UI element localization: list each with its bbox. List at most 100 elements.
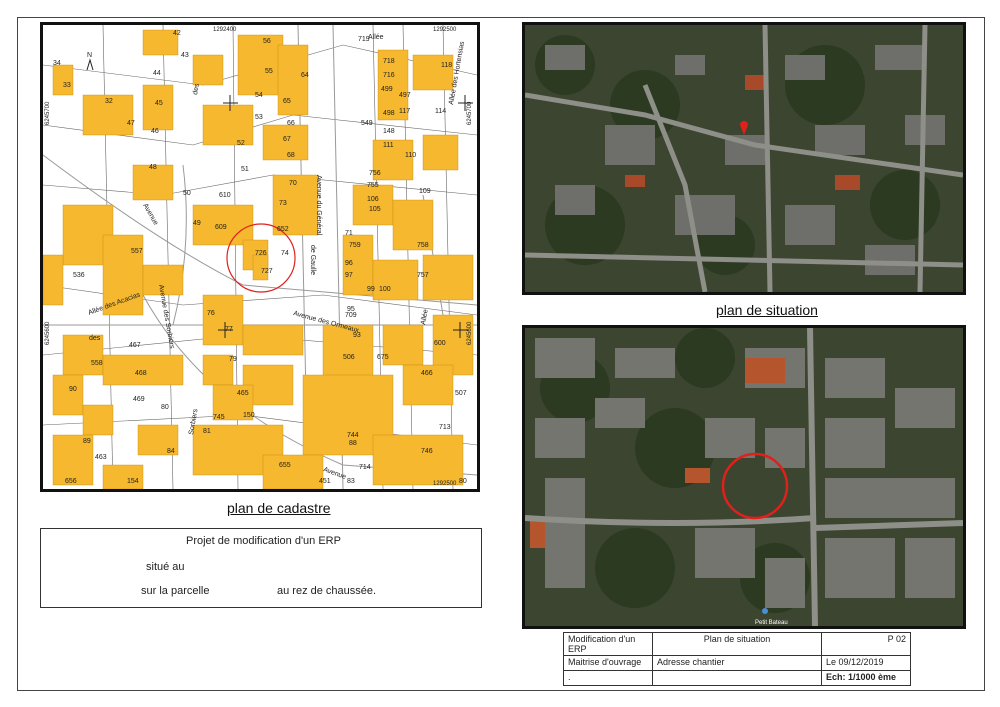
parcel-number: 709 [345, 312, 357, 319]
parcel-number: 498 [383, 110, 395, 117]
parcel-number: 55 [265, 68, 273, 75]
parcel-number: 759 [349, 242, 361, 249]
parcel-number: 84 [167, 448, 175, 455]
cart-date: Le 09/12/2019 [821, 655, 911, 671]
parcel-number: 154 [127, 478, 139, 485]
parcel-number: 713 [439, 424, 451, 431]
coord-top-right: 1292500 [433, 27, 457, 33]
parcel-number: 64 [301, 72, 309, 79]
parcel-number: 467 [129, 342, 141, 349]
parcel-number: 71 [345, 230, 353, 237]
parcel-number: 468 [135, 370, 147, 377]
aerial-bottom-svg: Petit Bateau [525, 328, 963, 626]
aerial-map-top[interactable] [522, 22, 966, 295]
parcel-number: 79 [229, 356, 237, 363]
street-name: Avenue [141, 203, 159, 227]
parcel-number: 114 [435, 108, 446, 115]
parcel-number: 745 [213, 414, 225, 421]
parcel-number: 675 [377, 354, 389, 361]
parcel-number: 51 [241, 166, 249, 173]
parcel-number: 451 [319, 478, 331, 485]
cart-plan: Plan de situation [652, 632, 822, 656]
parcel-number: 465 [237, 390, 249, 397]
cart-page: P 02 [821, 632, 911, 656]
parcel-number: 557 [131, 248, 143, 255]
parcel-number: 80 [459, 478, 467, 485]
parcel-number: 656 [65, 478, 77, 485]
parcel-number: 499 [381, 86, 393, 93]
parcel-number: 83 [347, 478, 355, 485]
street-name: Allée [368, 34, 384, 41]
parcel-number: 32 [105, 98, 113, 105]
parcel-number: 65 [283, 98, 291, 105]
parcel-number: 756 [369, 170, 381, 177]
street-name: Avenue du Général [315, 175, 322, 236]
parcel-number: 68 [287, 152, 295, 159]
cadastre-svg: N 1292400 1292500 1292500 6245700 624560… [43, 25, 477, 489]
project-title: Projet de modification d'un ERP [186, 535, 341, 547]
project-floor: au rez de chaussée. [277, 585, 377, 597]
north-arrow-icon: N [86, 52, 94, 71]
coord-right-bottom: 6245600 [467, 321, 473, 345]
parcel-number: 755 [367, 182, 379, 189]
parcel-number: 744 [347, 432, 359, 439]
parcel-number: 497 [399, 92, 411, 99]
parcel-number: 111 [383, 142, 394, 149]
parcel-number: 148 [383, 128, 395, 135]
coord-left-bottom: 6245600 [45, 321, 51, 345]
parcel-number: 70 [289, 180, 297, 187]
parcel-number: 110 [405, 152, 416, 159]
coord-top-left: 1292400 [213, 27, 237, 33]
parcel-number: 48 [149, 164, 157, 171]
parcel-number: 466 [421, 370, 433, 377]
project-location: situé au [146, 561, 185, 573]
cadastre-map[interactable]: N 1292400 1292500 1292500 6245700 624560… [40, 22, 480, 492]
parcel-number: 49 [193, 220, 201, 227]
parcel-number: 746 [421, 448, 433, 455]
parcel-number: 506 [343, 354, 355, 361]
parcel-number: 536 [73, 272, 85, 279]
parcel-number: 100 [379, 286, 391, 293]
parcel-number: 469 [133, 396, 145, 403]
parcel-number: 106 [367, 196, 379, 203]
parcel-number: 727 [261, 268, 273, 275]
street-name: des [89, 335, 101, 342]
parcel-number: 56 [263, 38, 271, 45]
parcel-number: 52 [237, 140, 245, 147]
parcel-number: 609 [215, 224, 227, 231]
title-block: Modification d'un ERP Plan de situation … [563, 632, 911, 686]
street-name: de Gaulle [309, 245, 316, 275]
cart-adresse: Adresse chantier [652, 655, 822, 671]
coord-bottom-right: 1292500 [433, 481, 457, 487]
parcel-number: 77 [225, 326, 233, 333]
coord-right-top: 6245700 [467, 101, 473, 125]
parcel-number: 716 [383, 72, 395, 79]
parcel-number: 99 [367, 286, 375, 293]
aerial-map-bottom[interactable]: Petit Bateau [522, 325, 966, 629]
parcel-number: 34 [53, 60, 61, 67]
parcel-number: 109 [419, 188, 431, 195]
cart-maitrise: Maitrise d'ouvrage [563, 655, 653, 671]
parcel-number: 67 [283, 136, 291, 143]
parcel-number: 549 [361, 120, 373, 127]
parcel-number: 45 [155, 100, 163, 107]
parcel-number: 758 [417, 242, 429, 249]
parcel-number: 74 [281, 250, 289, 257]
street-name: des [192, 83, 201, 96]
poi-icon [762, 608, 768, 614]
cart-empty [652, 670, 822, 686]
parcel-number: 150 [243, 412, 255, 419]
parcel-number: 90 [69, 386, 77, 393]
parcel-number: 50 [183, 190, 191, 197]
parcel-number: 96 [345, 260, 353, 267]
street-name: Allée [420, 309, 430, 326]
parcel-number: 54 [255, 92, 263, 99]
situation-caption: plan de situation [716, 302, 818, 318]
cart-dot: . [563, 670, 653, 686]
parcel-number: 117 [399, 108, 410, 115]
coord-left-top: 6245700 [45, 101, 51, 125]
parcel-number: 105 [369, 206, 381, 213]
parcel-number: 507 [455, 390, 467, 397]
parcel-number: 118 [441, 62, 452, 69]
parcel-number: 89 [83, 438, 91, 445]
